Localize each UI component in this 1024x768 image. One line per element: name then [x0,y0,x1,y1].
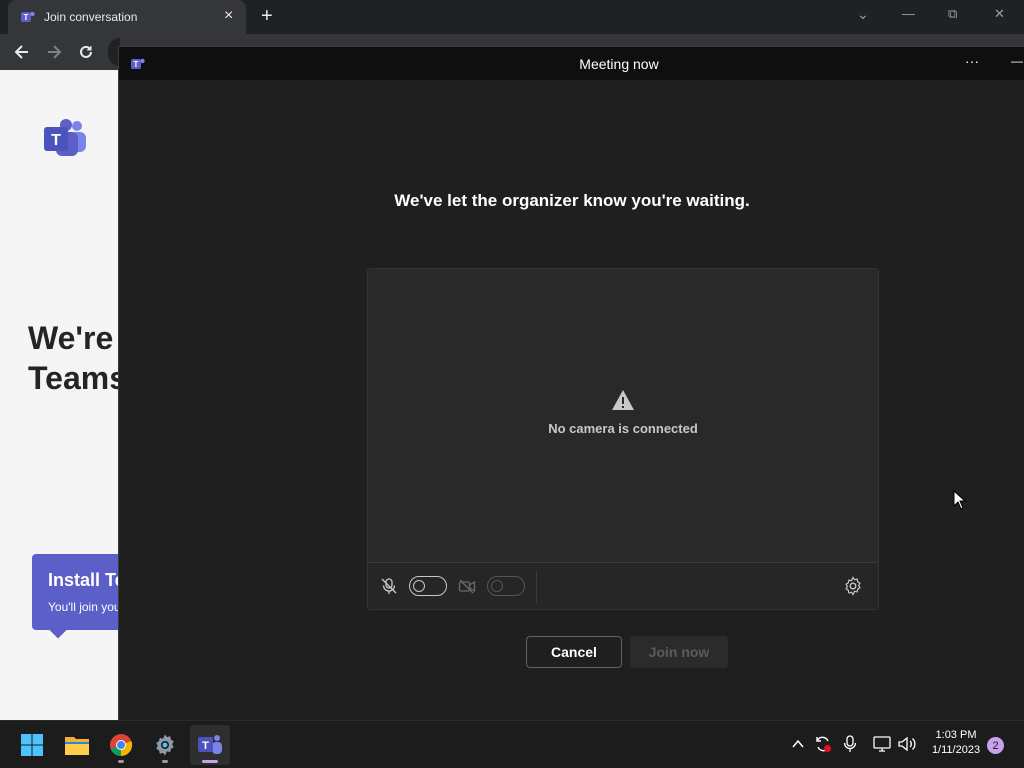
camera-off-icon [458,577,476,600]
video-preview-panel: No camera is connected [367,268,879,610]
teams-meeting-window: T Meeting now ··· — We've let the organi… [118,46,1024,720]
clock[interactable]: 1:03 PM 1/11/2023 [924,729,988,756]
waiting-message: We've let the organizer know you're wait… [394,191,750,210]
file-explorer-icon[interactable] [61,729,93,761]
svg-text:T: T [24,13,29,22]
mouse-cursor-icon [953,489,967,515]
back-icon[interactable] [12,42,32,67]
svg-text:T: T [51,132,61,149]
teams-taskbar-icon[interactable]: T [190,725,230,765]
forward-icon[interactable] [44,42,64,67]
teams-active-indicator [202,760,218,763]
network-icon[interactable] [872,735,892,758]
video-preview-area: No camera is connected [368,269,878,562]
browser-restore-button[interactable]: ⧉ [948,6,957,22]
camera-toggle [487,576,525,596]
browser-tab-title: Join conversation [44,10,138,24]
clock-time: 1:03 PM [935,729,977,741]
mic-toggle[interactable] [409,576,447,596]
join-now-button: Join now [630,636,728,668]
new-tab-button[interactable]: + [261,5,273,28]
mic-off-icon[interactable] [380,577,398,600]
page-heading-line1: We're [28,320,114,356]
volume-icon[interactable] [897,735,917,758]
teams-logo-icon: T [44,118,88,163]
page-heading-line2: Teams [28,360,120,396]
settings-gear-icon[interactable] [149,729,181,763]
install-card-title: Install Te [48,570,125,590]
camera-status-text: No camera is connected [548,421,698,436]
settings-running-indicator [162,760,168,763]
windows-taskbar: T 1:03 PM 1/11/2023 2 [0,720,1024,768]
chrome-icon[interactable] [105,729,137,763]
browser-tab[interactable]: T Join conversation × [8,0,246,34]
reload-icon[interactable] [76,42,96,67]
install-card-subtitle: You'll join you [48,600,121,614]
chrome-running-indicator [118,760,124,763]
cancel-button[interactable]: Cancel [526,636,622,668]
device-controls-bar [368,562,878,609]
more-options-icon[interactable]: ··· [965,53,979,69]
device-settings-gear-icon[interactable] [843,576,863,601]
browser-close-button[interactable]: ✕ [994,6,1005,22]
svg-text:T: T [202,740,209,752]
tab-close-icon[interactable]: × [224,7,233,25]
microphone-icon[interactable] [842,735,858,758]
show-hidden-icons-chevron-icon[interactable] [791,737,805,756]
notification-badge[interactable]: 2 [987,737,1004,754]
teams-title-bar: T Meeting now ··· — [119,47,1024,80]
window-title: Meeting now [579,56,659,72]
tab-search-icon[interactable]: ⌄ [857,6,869,23]
sync-alert-icon[interactable] [814,735,832,758]
warning-icon [611,389,635,416]
windows-start-icon[interactable] [16,729,48,761]
controls-divider [536,571,537,603]
browser-tab-bar: T Join conversation × + ⌄ — ⧉ ✕ [0,0,1024,34]
browser-minimize-button[interactable]: — [902,6,915,21]
clock-date: 1/11/2023 [931,744,981,756]
teams-favicon-icon: T [20,9,36,25]
minimize-button[interactable]: — [1011,54,1023,68]
